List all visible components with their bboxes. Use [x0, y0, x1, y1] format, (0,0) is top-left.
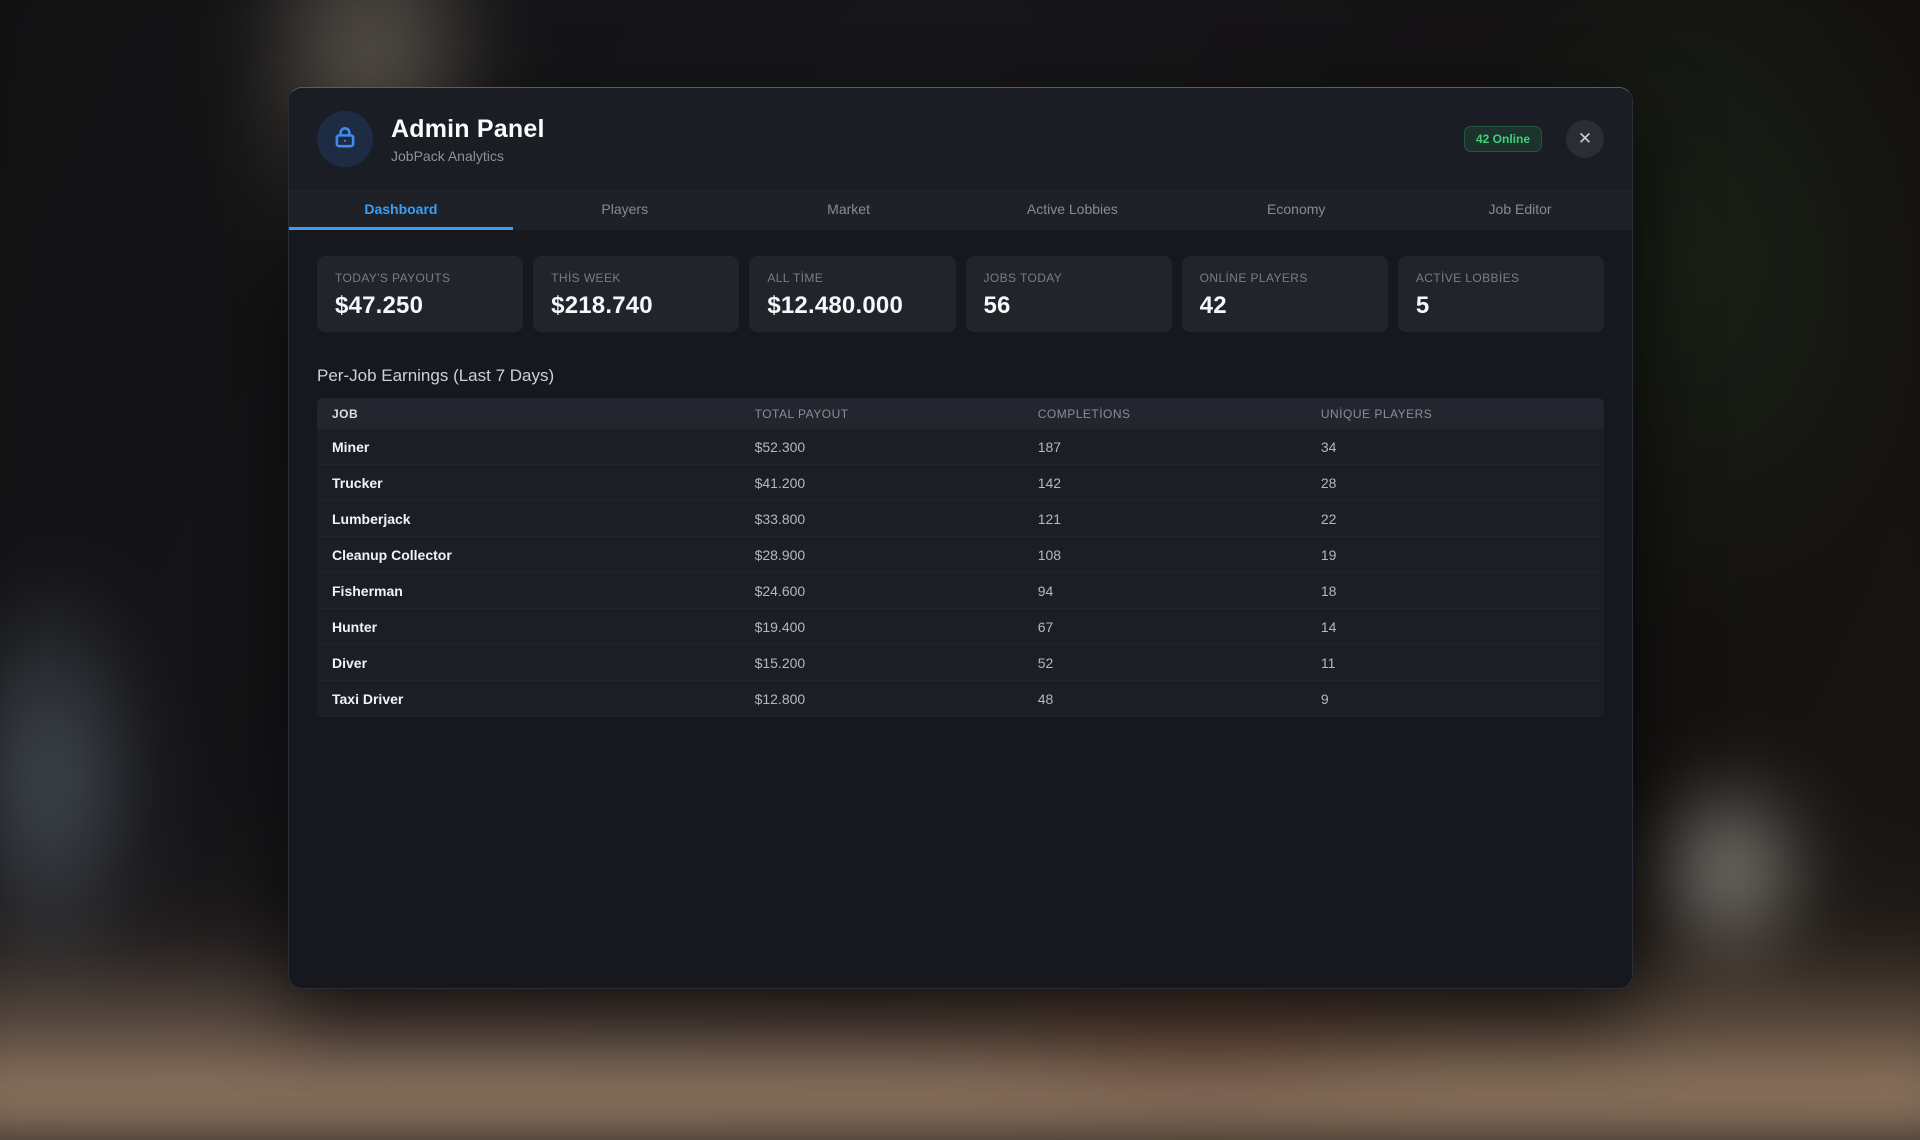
completions-cell: 48	[1038, 691, 1321, 707]
tab-players[interactable]: Players	[513, 190, 737, 230]
unique-players-cell: 18	[1321, 583, 1604, 599]
unique-players-cell: 14	[1321, 619, 1604, 635]
column-header-total-payout: TOTAL PAYOUT	[755, 407, 1038, 421]
stat-card-this-week: THİS WEEK $218.740	[533, 256, 739, 332]
tab-bar: Dashboard Players Market Active Lobbies …	[289, 190, 1632, 230]
job-name-cell: Cleanup Collector	[317, 547, 755, 563]
stat-value: 56	[984, 292, 1154, 320]
tab-job-editor[interactable]: Job Editor	[1408, 190, 1632, 230]
lock-icon	[332, 124, 358, 155]
payout-cell: $12.800	[755, 691, 1038, 707]
tab-active-lobbies[interactable]: Active Lobbies	[960, 190, 1184, 230]
table-row-miner: Miner $52.300 187 34	[317, 429, 1604, 465]
stats-grid: TODAY'S PAYOUTS $47.250 THİS WEEK $218.7…	[317, 256, 1604, 332]
stat-value: 5	[1416, 292, 1586, 320]
payout-cell: $19.400	[755, 619, 1038, 635]
stat-label: ALL TİME	[767, 271, 937, 285]
completions-cell: 187	[1038, 439, 1321, 455]
stat-card-todays-payouts: TODAY'S PAYOUTS $47.250	[317, 256, 523, 332]
table-row-lumberjack: Lumberjack $33.800 121 22	[317, 501, 1604, 537]
stat-value: $218.740	[551, 292, 721, 320]
lock-icon-circle	[317, 111, 373, 167]
per-job-earnings-table: JOB TOTAL PAYOUT COMPLETİONS UNİQUE PLAY…	[317, 398, 1604, 717]
payout-cell: $15.200	[755, 655, 1038, 671]
table-row-diver: Diver $15.200 52 11	[317, 645, 1604, 681]
job-name-cell: Fisherman	[317, 583, 755, 599]
column-header-job: JOB	[317, 407, 755, 421]
job-name-cell: Diver	[317, 655, 755, 671]
tab-market[interactable]: Market	[737, 190, 961, 230]
online-status-badge: 42 Online	[1464, 126, 1542, 152]
completions-cell: 142	[1038, 475, 1321, 491]
stat-card-active-lobbies: ACTİVE LOBBİES 5	[1398, 256, 1604, 332]
unique-players-cell: 9	[1321, 691, 1604, 707]
unique-players-cell: 22	[1321, 511, 1604, 527]
stat-card-all-time: ALL TİME $12.480.000	[749, 256, 955, 332]
table-row-hunter: Hunter $19.400 67 14	[317, 609, 1604, 645]
unique-players-cell: 11	[1321, 655, 1604, 671]
stat-label: ACTİVE LOBBİES	[1416, 271, 1586, 285]
table-body: Miner $52.300 187 34 Trucker $41.200 142…	[317, 429, 1604, 717]
close-icon: ✕	[1578, 129, 1592, 149]
stat-label: TODAY'S PAYOUTS	[335, 271, 505, 285]
completions-cell: 108	[1038, 547, 1321, 563]
table-row-cleanup-collector: Cleanup Collector $28.900 108 19	[317, 537, 1604, 573]
stat-label: THİS WEEK	[551, 271, 721, 285]
completions-cell: 121	[1038, 511, 1321, 527]
tab-economy[interactable]: Economy	[1184, 190, 1408, 230]
tab-dashboard[interactable]: Dashboard	[289, 190, 513, 230]
page-title: Admin Panel	[391, 115, 1464, 144]
dashboard-content: TODAY'S PAYOUTS $47.250 THİS WEEK $218.7…	[289, 230, 1632, 743]
completions-cell: 94	[1038, 583, 1321, 599]
payout-cell: $41.200	[755, 475, 1038, 491]
payout-cell: $33.800	[755, 511, 1038, 527]
unique-players-cell: 28	[1321, 475, 1604, 491]
table-row-trucker: Trucker $41.200 142 28	[317, 465, 1604, 501]
table-header-row: JOB TOTAL PAYOUT COMPLETİONS UNİQUE PLAY…	[317, 398, 1604, 429]
stat-card-jobs-today: JOBS TODAY 56	[966, 256, 1172, 332]
payout-cell: $52.300	[755, 439, 1038, 455]
completions-cell: 52	[1038, 655, 1321, 671]
unique-players-cell: 19	[1321, 547, 1604, 563]
stat-label: ONLİNE PLAYERS	[1200, 271, 1370, 285]
stat-card-online-players: ONLİNE PLAYERS 42	[1182, 256, 1388, 332]
completions-cell: 67	[1038, 619, 1321, 635]
payout-cell: $28.900	[755, 547, 1038, 563]
stat-value: $12.480.000	[767, 292, 937, 320]
table-row-fisherman: Fisherman $24.600 94 18	[317, 573, 1604, 609]
job-name-cell: Miner	[317, 439, 755, 455]
close-button[interactable]: ✕	[1566, 120, 1604, 158]
job-name-cell: Hunter	[317, 619, 755, 635]
job-name-cell: Trucker	[317, 475, 755, 491]
column-header-completions: COMPLETİONS	[1038, 407, 1321, 421]
stat-value: 42	[1200, 292, 1370, 320]
stat-value: $47.250	[335, 292, 505, 320]
panel-header: Admin Panel JobPack Analytics 42 Online …	[289, 88, 1632, 190]
unique-players-cell: 34	[1321, 439, 1604, 455]
page-subtitle: JobPack Analytics	[391, 148, 1464, 164]
stat-label: JOBS TODAY	[984, 271, 1154, 285]
job-name-cell: Taxi Driver	[317, 691, 755, 707]
job-name-cell: Lumberjack	[317, 511, 755, 527]
title-block: Admin Panel JobPack Analytics	[391, 115, 1464, 164]
table-row-taxi-driver: Taxi Driver $12.800 48 9	[317, 681, 1604, 717]
payout-cell: $24.600	[755, 583, 1038, 599]
admin-panel-window: Admin Panel JobPack Analytics 42 Online …	[288, 87, 1633, 989]
column-header-unique-players: UNİQUE PLAYERS	[1321, 407, 1604, 421]
section-title-per-job-earnings: Per-Job Earnings (Last 7 Days)	[317, 366, 1604, 386]
